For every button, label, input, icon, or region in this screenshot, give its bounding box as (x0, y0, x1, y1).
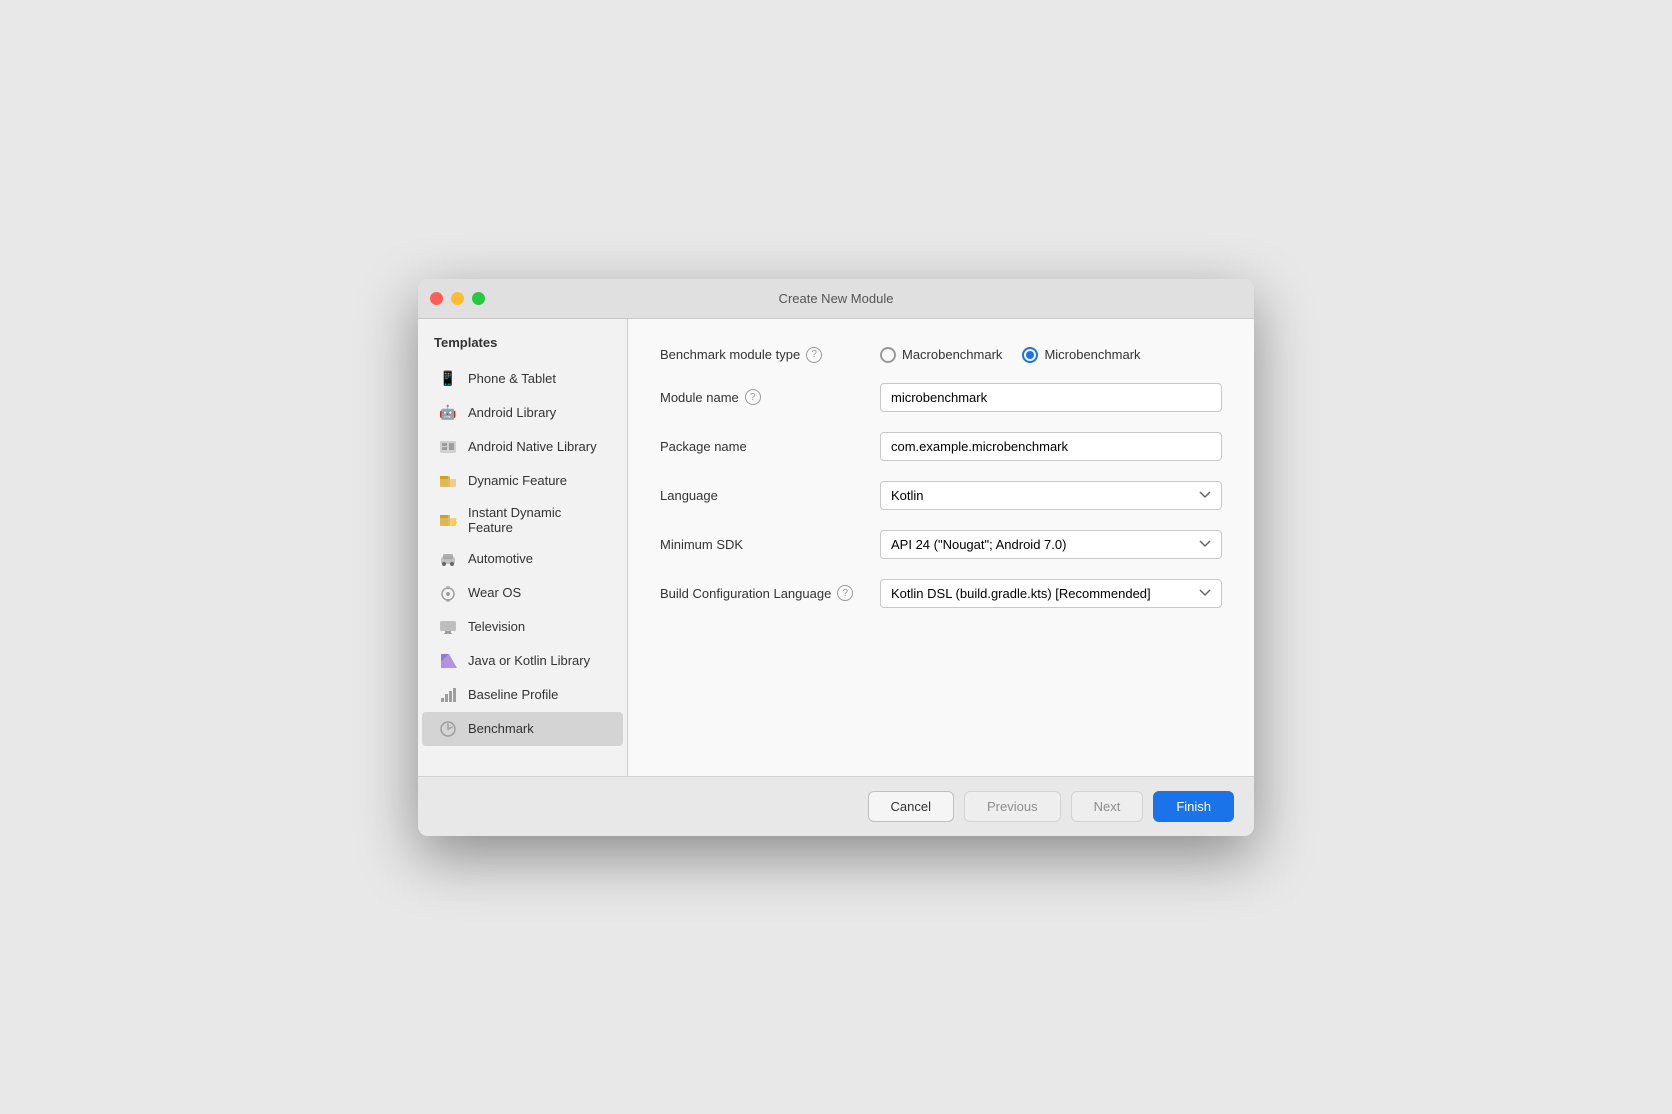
sidebar-item-label: Instant Dynamic Feature (468, 505, 607, 535)
wearos-icon (438, 583, 458, 603)
benchmark-module-type-control: Macrobenchmark Microbenchmark (880, 347, 1222, 363)
sidebar-item-label: Wear OS (468, 585, 521, 600)
package-name-label: Package name (660, 439, 880, 454)
sidebar-item-label: Baseline Profile (468, 687, 558, 702)
sidebar-item-label: Android Native Library (468, 439, 597, 454)
benchmark-icon (438, 719, 458, 739)
sidebar-item-java-kotlin-library[interactable]: Java or Kotlin Library (422, 644, 623, 678)
sidebar-item-label: Television (468, 619, 525, 634)
sidebar-item-label: Android Library (468, 405, 556, 420)
module-name-input[interactable] (880, 383, 1222, 412)
sidebar: Templates 📱 Phone & Tablet 🤖 Android Lib… (418, 319, 628, 776)
sidebar-item-benchmark[interactable]: Benchmark (422, 712, 623, 746)
sidebar-item-android-library[interactable]: 🤖 Android Library (422, 396, 623, 430)
close-button[interactable] (430, 292, 443, 305)
finish-button[interactable]: Finish (1153, 791, 1234, 822)
microbenchmark-radio[interactable] (1022, 347, 1038, 363)
tv-icon (438, 617, 458, 637)
baseline-icon (438, 685, 458, 705)
min-sdk-label: Minimum SDK (660, 537, 880, 552)
phone-icon: 📱 (438, 369, 458, 389)
microbenchmark-option[interactable]: Microbenchmark (1022, 347, 1140, 363)
next-button[interactable]: Next (1071, 791, 1144, 822)
sidebar-item-label: Phone & Tablet (468, 371, 556, 386)
sidebar-header: Templates (418, 335, 627, 362)
sidebar-item-phone-tablet[interactable]: 📱 Phone & Tablet (422, 362, 623, 396)
svg-text:⚡: ⚡ (450, 518, 457, 527)
dialog: Create New Module Templates 📱 Phone & Ta… (418, 279, 1254, 836)
module-name-control (880, 383, 1222, 412)
titlebar-buttons (430, 292, 485, 305)
language-label: Language (660, 488, 880, 503)
previous-button[interactable]: Previous (964, 791, 1061, 822)
language-row: Language Kotlin Java (660, 481, 1222, 510)
language-control: Kotlin Java (880, 481, 1222, 510)
sidebar-item-dynamic-feature[interactable]: Dynamic Feature (422, 464, 623, 498)
sidebar-item-baseline-profile[interactable]: Baseline Profile (422, 678, 623, 712)
benchmark-module-type-help-icon[interactable]: ? (806, 347, 822, 363)
build-config-row: Build Configuration Language ? Kotlin DS… (660, 579, 1222, 608)
module-name-label: Module name ? (660, 389, 880, 405)
min-sdk-select[interactable]: API 21 ("Lollipop"; Android 5.0) API 23 … (880, 530, 1222, 559)
macrobenchmark-label: Macrobenchmark (902, 347, 1002, 362)
sidebar-item-label: Dynamic Feature (468, 473, 567, 488)
module-name-row: Module name ? (660, 383, 1222, 412)
build-config-label: Build Configuration Language ? (660, 585, 880, 601)
package-name-row: Package name (660, 432, 1222, 461)
content-area: Templates 📱 Phone & Tablet 🤖 Android Lib… (418, 319, 1254, 776)
language-select[interactable]: Kotlin Java (880, 481, 1222, 510)
benchmark-module-type-row: Benchmark module type ? Macrobenchmark M… (660, 347, 1222, 363)
sidebar-item-instant-dynamic-feature[interactable]: ⚡ Instant Dynamic Feature (422, 498, 623, 542)
sidebar-item-android-native-library[interactable]: Android Native Library (422, 430, 623, 464)
android-icon: 🤖 (438, 403, 458, 423)
build-config-control: Kotlin DSL (build.gradle.kts) [Recommend… (880, 579, 1222, 608)
titlebar: Create New Module (418, 279, 1254, 319)
main-form: Benchmark module type ? Macrobenchmark M… (628, 319, 1254, 776)
sidebar-item-automotive[interactable]: Automotive (422, 542, 623, 576)
build-config-select[interactable]: Kotlin DSL (build.gradle.kts) [Recommend… (880, 579, 1222, 608)
maximize-button[interactable] (472, 292, 485, 305)
sidebar-item-label: Benchmark (468, 721, 534, 736)
dynamic-icon (438, 471, 458, 491)
footer: Cancel Previous Next Finish (418, 776, 1254, 836)
kotlin-icon (438, 651, 458, 671)
native-icon (438, 437, 458, 457)
sidebar-item-wear-os[interactable]: Wear OS (422, 576, 623, 610)
benchmark-module-type-label: Benchmark module type ? (660, 347, 880, 363)
sidebar-item-label: Automotive (468, 551, 533, 566)
package-name-input[interactable] (880, 432, 1222, 461)
macrobenchmark-radio[interactable] (880, 347, 896, 363)
package-name-control (880, 432, 1222, 461)
module-name-help-icon[interactable]: ? (745, 389, 761, 405)
build-config-help-icon[interactable]: ? (837, 585, 853, 601)
dialog-title: Create New Module (779, 291, 894, 306)
sidebar-item-import[interactable]: Import... (422, 766, 623, 776)
sidebar-item-television[interactable]: Television (422, 610, 623, 644)
microbenchmark-label: Microbenchmark (1044, 347, 1140, 362)
cancel-button[interactable]: Cancel (868, 791, 954, 822)
automotive-icon (438, 549, 458, 569)
minimize-button[interactable] (451, 292, 464, 305)
instant-icon: ⚡ (438, 510, 458, 530)
min-sdk-row: Minimum SDK API 21 ("Lollipop"; Android … (660, 530, 1222, 559)
sidebar-item-label: Java or Kotlin Library (468, 653, 590, 668)
macrobenchmark-option[interactable]: Macrobenchmark (880, 347, 1002, 363)
min-sdk-control: API 21 ("Lollipop"; Android 5.0) API 23 … (880, 530, 1222, 559)
